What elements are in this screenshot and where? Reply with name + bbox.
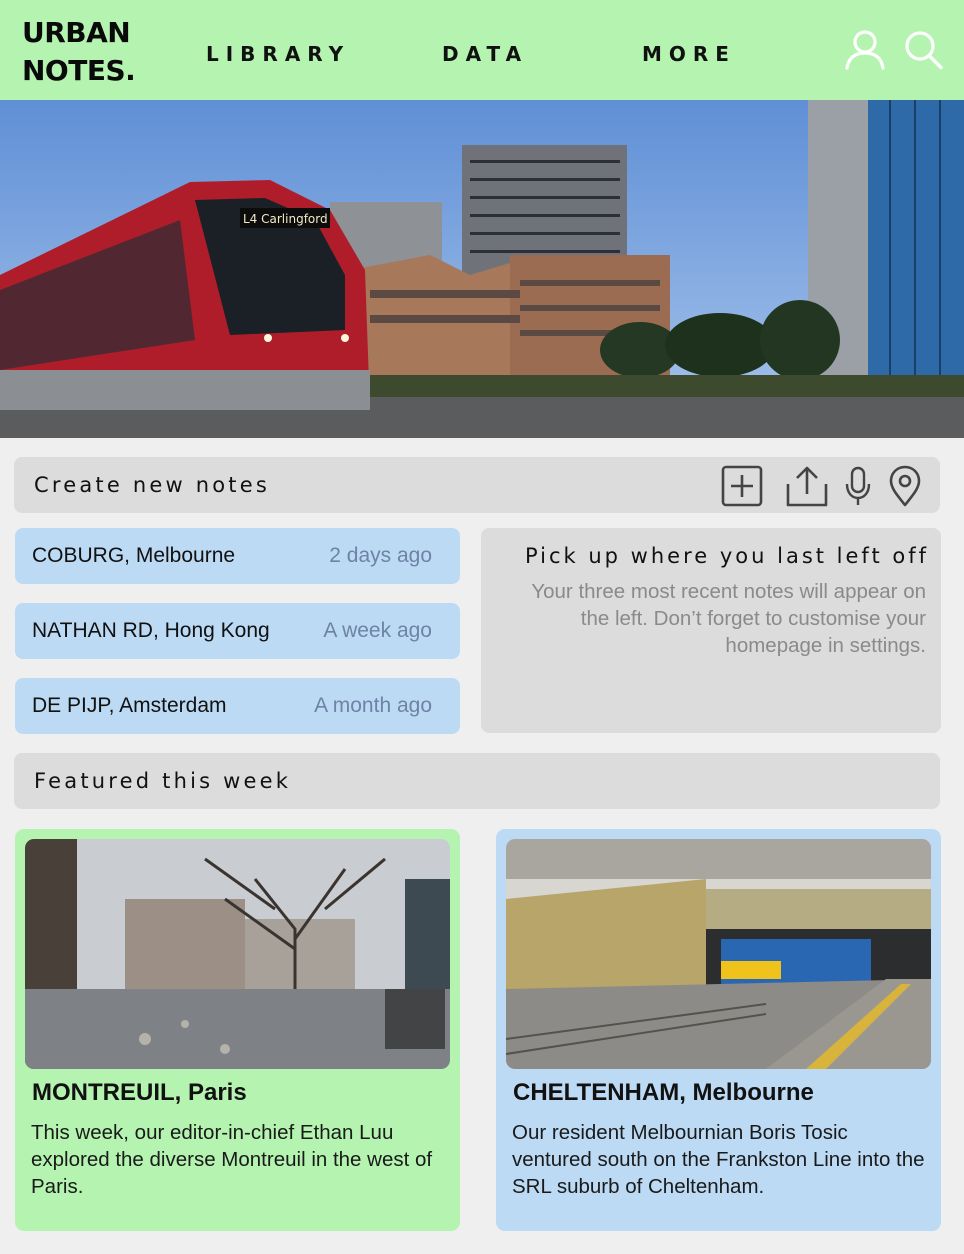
nav-data[interactable]: DATA bbox=[442, 42, 528, 66]
card-description: Our resident Melbournian Boris Tosic ven… bbox=[512, 1121, 925, 1198]
card-title: CHELTENHAM, Melbourne bbox=[513, 1079, 814, 1106]
card-title: MONTREUIL, Paris bbox=[32, 1079, 247, 1106]
search-icon[interactable] bbox=[902, 28, 944, 72]
location-pin-icon[interactable] bbox=[888, 464, 922, 508]
pickup-panel: Pick up where you last left off Your thr… bbox=[481, 528, 941, 733]
microphone-icon[interactable] bbox=[844, 464, 872, 508]
hero-image: L4 Carlingford bbox=[0, 100, 964, 438]
create-notes-bar: Create new notes bbox=[14, 457, 940, 513]
upload-icon[interactable] bbox=[784, 464, 830, 508]
user-icon[interactable] bbox=[844, 28, 886, 72]
montreuil-photo bbox=[25, 839, 450, 1069]
recent-note-time: A month ago bbox=[314, 694, 432, 717]
create-notes-title: Create new notes bbox=[34, 473, 270, 497]
recent-note-time: 2 days ago bbox=[329, 544, 432, 567]
recent-note-place: NATHAN RD, Hong Kong bbox=[32, 619, 270, 642]
recent-note[interactable]: NATHAN RD, Hong Kong A week ago bbox=[15, 603, 460, 659]
cheltenham-photo bbox=[506, 839, 931, 1069]
recent-note-place: COBURG, Melbourne bbox=[32, 544, 236, 567]
card-description: This week, our editor-in-chief Ethan Luu… bbox=[31, 1121, 433, 1198]
top-header: URBAN NOTES. LIBRARY DATA MORE bbox=[0, 0, 964, 100]
pickup-title: Pick up where you last left off bbox=[524, 544, 929, 568]
recent-note-time: A week ago bbox=[323, 619, 432, 642]
recent-note[interactable]: COBURG, Melbourne 2 days ago bbox=[15, 528, 460, 584]
featured-bar: Featured this week bbox=[14, 753, 940, 809]
featured-card-cheltenham[interactable]: CHELTENHAM, Melbourne Our resident Melbo… bbox=[496, 829, 941, 1231]
featured-title: Featured this week bbox=[34, 769, 292, 793]
nav-more[interactable]: MORE bbox=[642, 42, 736, 66]
pickup-description: Your three most recent notes will appear… bbox=[531, 580, 926, 657]
featured-card-montreuil[interactable]: MONTREUIL, Paris This week, our editor-i… bbox=[15, 829, 460, 1231]
logo-line-2: NOTES. bbox=[22, 54, 136, 87]
site-logo[interactable]: URBAN NOTES. bbox=[22, 14, 136, 90]
recent-note[interactable]: DE PIJP, Amsterdam A month ago bbox=[15, 678, 460, 734]
tram-destination-sign: L4 Carlingford bbox=[243, 212, 328, 226]
logo-line-1: URBAN bbox=[22, 16, 131, 49]
recent-note-place: DE PIJP, Amsterdam bbox=[32, 694, 227, 717]
add-note-icon[interactable] bbox=[720, 464, 764, 508]
nav-library[interactable]: LIBRARY bbox=[206, 42, 350, 66]
